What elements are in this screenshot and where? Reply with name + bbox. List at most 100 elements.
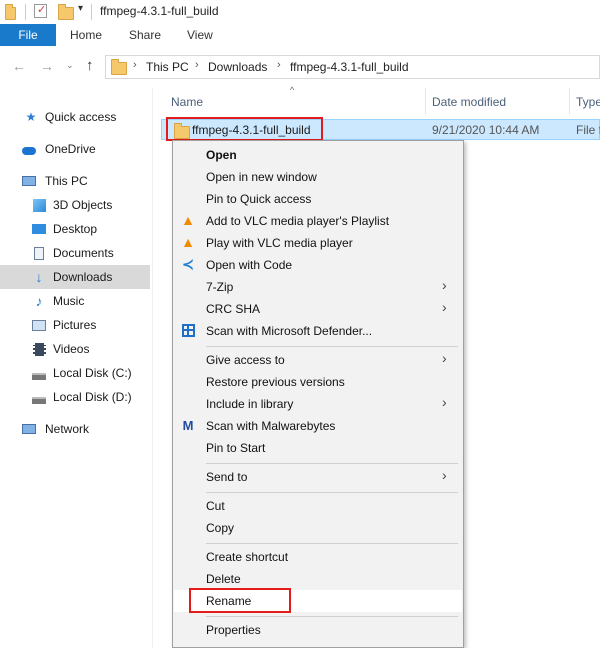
menu-item-restore-versions[interactable]: Restore previous versions [206, 375, 345, 389]
highlight-box-file [166, 117, 323, 141]
sidebar-item-label: Pictures [53, 318, 97, 332]
menu-item-delete[interactable]: Delete [206, 572, 241, 586]
sidebar-item-label: 3D Objects [53, 198, 113, 212]
sidebar-item-quick-access[interactable]: ★ Quick access [0, 105, 150, 129]
menu-item-7zip[interactable]: 7-Zip [206, 280, 233, 294]
music-icon: ♪ [35, 293, 43, 309]
highlight-box-rename [189, 588, 291, 613]
sidebar-item-local-disk-c[interactable]: Local Disk (C:) [0, 361, 150, 385]
menu-item-scan-malwarebytes[interactable]: Scan with Malwarebytes [206, 419, 335, 433]
computer-icon [22, 174, 36, 188]
vlc-cone-icon: ▲ [181, 212, 195, 228]
submenu-chevron-icon: › [442, 277, 447, 293]
sidebar-item-this-pc[interactable]: This PC [0, 169, 150, 193]
forward-arrow-icon[interactable]: → [40, 58, 54, 74]
sidebar-item-documents[interactable]: Documents [0, 241, 150, 265]
sidebar-item-desktop[interactable]: Desktop [0, 217, 150, 241]
submenu-chevron-icon: › [442, 350, 447, 366]
menu-item-open-new-window[interactable]: Open in new window [206, 170, 317, 184]
menu-item-send-to[interactable]: Send to [206, 470, 247, 484]
title-bar [0, 0, 600, 24]
column-header-name[interactable]: Name [171, 95, 203, 109]
customize-qat-chevron-down-icon[interactable]: ▾ [78, 3, 83, 14]
desktop-icon [32, 222, 46, 236]
recent-locations-chevron-icon[interactable]: ⌄ [66, 60, 74, 71]
sidebar-item-label: Music [53, 294, 85, 308]
cube-icon [32, 198, 46, 212]
submenu-chevron-icon: › [442, 394, 447, 410]
sidebar-item-videos[interactable]: Videos [0, 337, 150, 361]
breadcrumb-downloads[interactable]: Downloads [208, 60, 267, 74]
menu-separator [206, 492, 458, 493]
sidebar-item-label: Local Disk (C:) [53, 366, 132, 380]
properties-icon[interactable]: ✓ [34, 4, 47, 18]
tab-file[interactable]: File [0, 24, 56, 46]
menu-item-cut[interactable]: Cut [206, 499, 225, 513]
menu-separator [206, 616, 458, 617]
malwarebytes-icon: M [182, 417, 194, 433]
sidebar-item-label: Network [45, 422, 90, 436]
star-icon: ★ [25, 110, 37, 124]
sidebar-item-network[interactable]: Network [0, 417, 150, 441]
sidebar-item-label: OneDrive [45, 142, 96, 156]
sidebar-item-label: Documents [53, 246, 114, 260]
file-date-modified: 9/21/2020 10:44 AM [432, 123, 540, 137]
menu-item-vlc-playlist[interactable]: Add to VLC media player's Playlist [206, 214, 389, 228]
sidebar-item-local-disk-d[interactable]: Local Disk (D:) [0, 385, 150, 409]
menu-separator [206, 543, 458, 544]
sidebar-item-label: Desktop [53, 222, 98, 236]
menu-separator [206, 346, 458, 347]
sidebar-item-label: Local Disk (D:) [53, 390, 132, 404]
tab-home[interactable]: Home [70, 24, 102, 46]
menu-item-give-access[interactable]: Give access to [206, 353, 285, 367]
video-icon [32, 342, 46, 356]
up-arrow-icon[interactable]: ↑ [86, 57, 94, 74]
drive-icon [32, 366, 46, 380]
menu-item-copy[interactable]: Copy [206, 521, 234, 535]
column-header-type[interactable]: Type [576, 95, 600, 109]
title-divider-2 [91, 4, 92, 20]
vscode-icon: ≺ [182, 255, 194, 272]
breadcrumb-ffmpeg-folder[interactable]: ffmpeg-4.3.1-full_build [290, 60, 409, 74]
column-divider[interactable] [425, 88, 426, 114]
window-title: ffmpeg-4.3.1-full_build [100, 4, 219, 18]
menu-item-properties[interactable]: Properties [206, 623, 261, 637]
column-divider[interactable] [569, 88, 570, 114]
defender-shield-icon [180, 322, 196, 338]
breadcrumb-chevron-icon[interactable]: › [133, 59, 137, 71]
title-divider [25, 4, 26, 20]
submenu-chevron-icon: › [442, 467, 447, 483]
menu-item-open[interactable]: Open [206, 148, 237, 162]
menu-item-pin-quick-access[interactable]: Pin to Quick access [206, 192, 311, 206]
document-icon [32, 246, 46, 260]
submenu-chevron-icon: › [442, 299, 447, 315]
breadcrumb-chevron-icon[interactable]: › [195, 59, 199, 71]
file-type: File f [576, 123, 600, 137]
menu-item-vlc-play[interactable]: Play with VLC media player [206, 236, 353, 250]
cloud-icon [22, 142, 36, 156]
sidebar-divider [152, 88, 153, 648]
drive-icon [32, 390, 46, 404]
menu-separator [206, 463, 458, 464]
menu-item-open-with-code[interactable]: Open with Code [206, 258, 292, 272]
sidebar-item-label: Videos [53, 342, 90, 356]
tab-view[interactable]: View [187, 24, 213, 46]
menu-item-include-library[interactable]: Include in library [206, 397, 293, 411]
sort-ascending-icon: ^ [290, 85, 295, 95]
sidebar-item-3d-objects[interactable]: 3D Objects [0, 193, 150, 217]
sidebar-item-pictures[interactable]: Pictures [0, 313, 150, 337]
menu-item-pin-start[interactable]: Pin to Start [206, 441, 265, 455]
menu-item-crc-sha[interactable]: CRC SHA [206, 302, 260, 316]
tab-share[interactable]: Share [129, 24, 161, 46]
breadcrumb-chevron-icon[interactable]: › [277, 59, 281, 71]
vlc-cone-icon: ▲ [181, 234, 195, 250]
breadcrumb-this-pc[interactable]: This PC [146, 60, 189, 74]
sidebar-item-downloads[interactable]: ↓ Downloads [0, 265, 150, 289]
back-arrow-icon[interactable]: ← [12, 58, 26, 74]
column-header-date-modified[interactable]: Date modified [432, 95, 506, 109]
menu-item-create-shortcut[interactable]: Create shortcut [206, 550, 288, 564]
sidebar-item-music[interactable]: ♪ Music [0, 289, 150, 313]
menu-item-scan-defender[interactable]: Scan with Microsoft Defender... [206, 324, 372, 338]
download-icon: ↓ [35, 269, 43, 285]
sidebar-item-onedrive[interactable]: OneDrive [0, 137, 150, 161]
